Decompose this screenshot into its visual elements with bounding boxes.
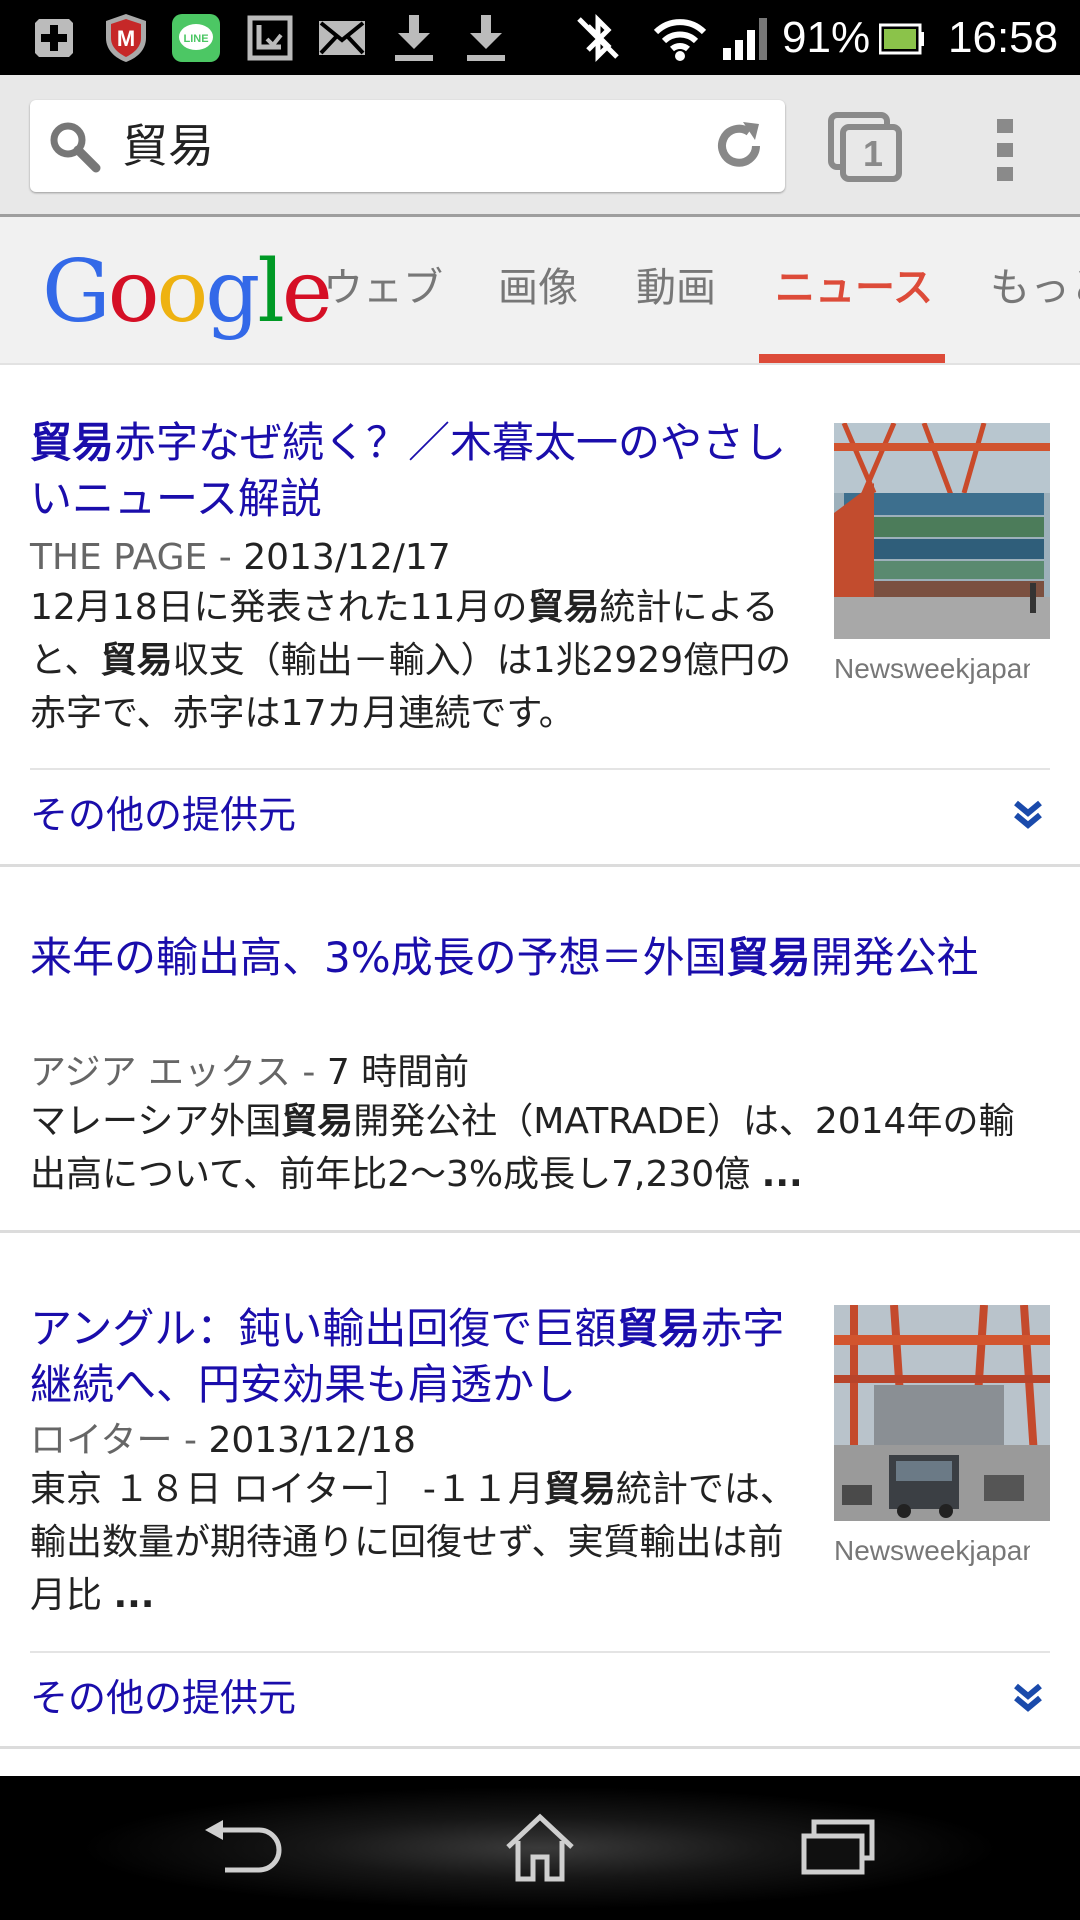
result-source: アジア エックス - 7 時間前 [30,1052,470,1093]
result-snippet: マレーシア外国貿易開発公社（MATRADE）は、2014年の輸出高について、前年… [30,1095,1050,1201]
title-text: 赤字なぜ続く？／木暮太一のやさしいニュース解説 [30,418,787,523]
thumbnail-caption: Newsweekjapan [834,653,1030,684]
recent-apps-icon[interactable] [788,1808,888,1888]
battery-percent: 91% [782,13,871,62]
title-text: アングル：鈍い輸出回復で巨額 [30,1304,617,1353]
google-logo[interactable]: Google [42,242,333,342]
snippet-ellipsis: ... [761,1154,803,1195]
title-text: 開発公社 [810,933,979,982]
title-text: 来年の輸出高、3%成長の予想＝外国 [30,933,727,982]
clock: 16:58 [948,13,1059,62]
divider [30,1651,1050,1653]
active-tab-indicator [759,354,945,363]
result-date: 7 時間前 [326,1052,470,1093]
snippet-text: マレーシア外国 [30,1101,282,1142]
thumbnail-caption: Newsweekjapan [834,1535,1030,1566]
divider [30,768,1050,770]
logo-letter: o [156,242,208,342]
status-bar: M LINE 91% 16:58 [0,0,1080,75]
title-highlight: 貿易 [726,933,811,982]
snippet-text: 東京 １８日 ロイター］ -１１月 [30,1469,544,1510]
result-title[interactable]: 貿易赤字なぜ続く？／木暮太一のやさしいニュース解説 [30,415,800,527]
snippet-highlight: 貿易 [281,1101,354,1142]
download-icon [386,10,442,66]
tab-images[interactable]: 画像 [498,217,578,363]
expand-chevron-icon[interactable] [1010,1678,1046,1718]
mcafee-icon: M [98,10,154,66]
google-header: Google ウェブ 画像 動画 ニュース もっと [0,217,1080,365]
omnibox[interactable]: 貿易 [30,100,785,192]
back-icon[interactable] [192,1808,292,1888]
result-title[interactable]: アングル：鈍い輸出回復で巨額貿易赤字継続へ、円安効果も肩透かし [30,1301,800,1413]
svg-text:M: M [117,26,135,51]
logo-letter: g [205,242,260,342]
tab-switcher-button[interactable]: 1 [827,111,905,183]
news-thumbnail[interactable] [834,1305,1050,1521]
snippet-highlight: 貿易 [100,640,173,681]
system-navigation-bar [0,1776,1080,1920]
expand-chevron-icon[interactable] [1010,795,1046,835]
omnibox-query[interactable]: 貿易 [122,100,214,192]
download-icon [458,10,514,66]
tab-web[interactable]: ウェブ [323,217,443,363]
logo-letter: o [107,242,160,342]
news-thumbnail[interactable] [834,423,1050,639]
result-snippet: 東京 １８日 ロイター］ -１１月貿易統計では、輸出数量が期待通りに回復せず、実… [30,1463,810,1622]
tab-count: 1 [862,133,884,174]
snippet-highlight: 貿易 [527,587,600,628]
search-icon [46,118,102,174]
home-icon[interactable] [490,1808,590,1888]
signal-icon [718,10,774,66]
svg-text:LINE: LINE [183,33,208,45]
result-title[interactable]: 来年の輸出高、3%成長の予想＝外国貿易開発公社 [30,930,1030,986]
source-name: アジア エックス [30,1052,291,1093]
more-sources-link[interactable]: その他の提供元 [30,785,296,845]
overflow-menu-icon[interactable] [985,113,1025,187]
logo-letter: G [42,242,111,342]
result-source: THE PAGE - 2013/12/17 [30,537,451,578]
result-date: 2013/12/18 [208,1420,416,1461]
result-source: ロイター - 2013/12/18 [30,1420,416,1461]
snippet-ellipsis: ... [113,1575,155,1616]
news-result: 来年の輸出高、3%成長の予想＝外国貿易開発公社 アジア エックス - 7 時間前… [0,867,1080,1232]
snippet-text: 12月18日に発表された11月の [30,587,528,628]
result-snippet: 12月18日に発表された11月の貿易統計によると、貿易収支（輸出－輸入）は1兆2… [30,581,810,740]
wifi-icon [650,10,710,66]
plus-icon [26,10,82,66]
news-result: アングル：鈍い輸出回復で巨額貿易赤字継続へ、円安効果も肩透かし ロイター - 2… [0,1233,1080,1748]
news-result: 貿易赤字なぜ続く？／木暮太一のやさしいニュース解説 THE PAGE - 201… [0,365,1080,865]
tab-more[interactable]: もっと [990,217,1080,363]
tab-news[interactable]: ニュース [775,217,933,363]
title-highlight: 貿易 [616,1304,701,1353]
browser-toolbar: 貿易 1 [0,75,1080,217]
source-name: ロイター [30,1420,173,1461]
battery-icon [874,10,930,66]
tab-videos[interactable]: 動画 [636,217,716,363]
result-date: 2013/12/17 [243,537,451,578]
download-manager-icon [242,10,298,66]
mail-icon [314,10,370,66]
line-app-icon: LINE [168,10,224,66]
section-divider [0,1746,1080,1749]
source-name: THE PAGE [30,537,208,578]
reload-icon[interactable] [709,116,769,176]
more-sources-link[interactable]: その他の提供元 [30,1668,296,1728]
snippet-highlight: 貿易 [543,1469,616,1510]
logo-letter: l [257,242,284,342]
title-highlight: 貿易 [30,418,115,467]
bluetooth-off-icon [568,10,628,66]
